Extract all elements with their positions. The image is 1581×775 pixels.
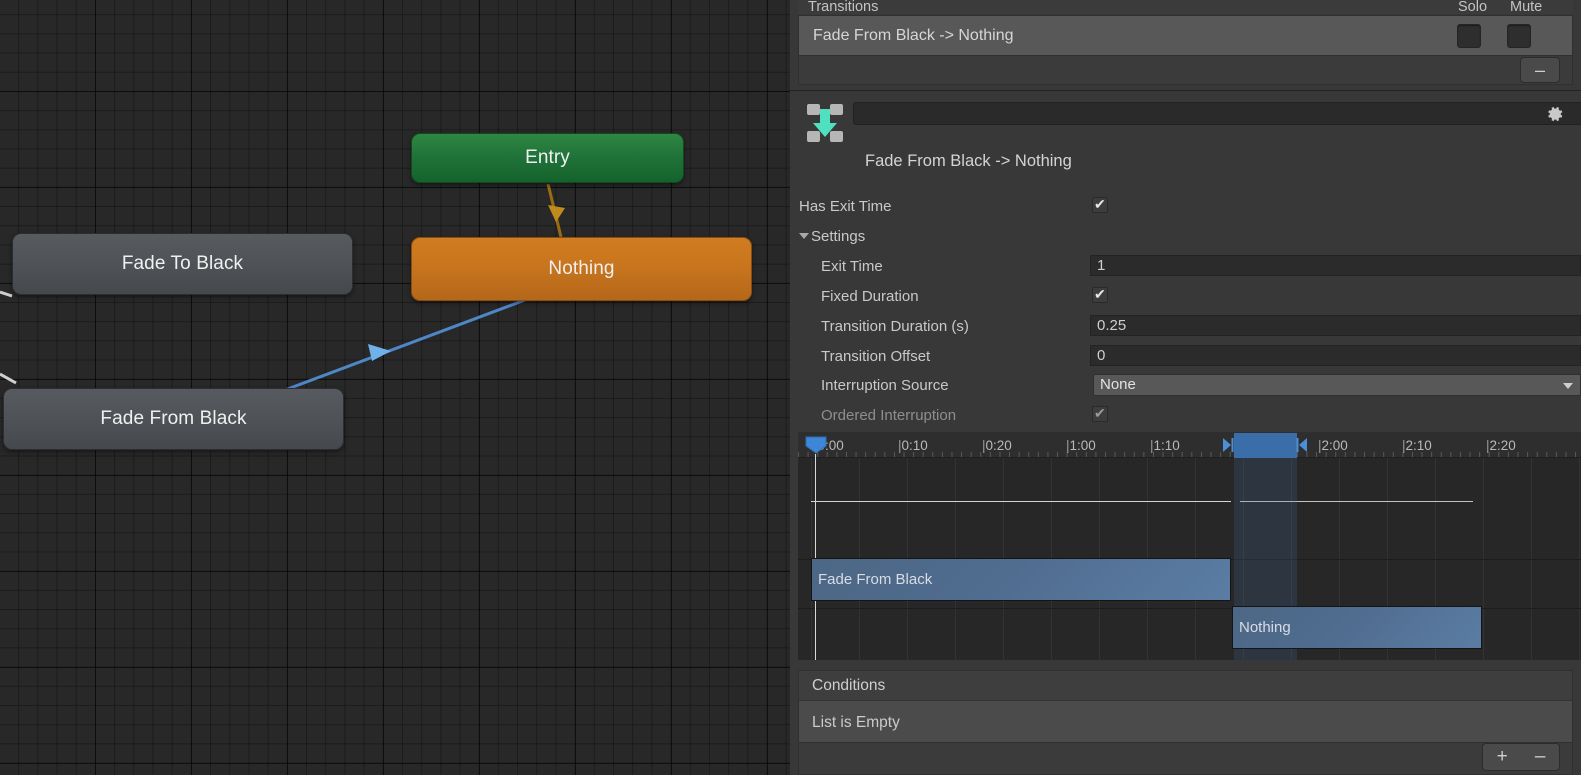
add-condition-button[interactable]: +: [1497, 746, 1508, 768]
conditions-empty-message: List is Empty: [812, 713, 900, 731]
clip-label: Nothing: [1239, 619, 1291, 636]
animation-curve: [811, 501, 1231, 502]
conditions-footer: + –: [798, 743, 1573, 775]
property-row-transition-duration: Transition Duration (s) 0.25: [790, 315, 1581, 338]
transition-start-handle[interactable]: [1222, 438, 1234, 452]
state-node-label: Fade From Black: [100, 408, 247, 429]
timeline-ruler[interactable]: 0:00 0:10 0:20 1:00 1:10 1:20 2:00 2:10 …: [798, 432, 1581, 458]
property-label: Transition Offset: [821, 348, 931, 365]
state-node-nothing[interactable]: Nothing: [411, 237, 752, 301]
property-row-ordered-interruption: Ordered Interruption: [790, 404, 1581, 427]
unity-animator-window: Entry Nothing Fade To Black Fade From Bl…: [0, 0, 1581, 775]
transition-name-field[interactable]: [853, 102, 1581, 125]
mute-column-header: Mute: [1510, 0, 1543, 14]
conditions-list: Conditions List is Empty: [798, 670, 1573, 743]
state-node-fade-from-black[interactable]: Fade From Black: [3, 388, 344, 450]
settings-foldout-label: Settings: [799, 228, 865, 245]
ordered-interruption-checkbox: [1092, 404, 1108, 422]
transition-timeline[interactable]: 0:00 0:10 0:20 1:00 1:10 1:20 2:00 2:10 …: [798, 432, 1581, 660]
transitions-list: Fade From Black -> Nothing: [798, 15, 1573, 56]
property-label: Has Exit Time: [799, 198, 892, 215]
transition-list-item-label: Fade From Black -> Nothing: [813, 26, 1014, 44]
tick-label: 1:00: [1066, 438, 1096, 453]
state-node-label: Fade To Black: [121, 253, 244, 274]
clip-label: Fade From Black: [818, 571, 933, 588]
conditions-add-remove-buttons: + –: [1482, 743, 1560, 771]
inspector-divider: [790, 90, 1581, 91]
solo-toggle[interactable]: [1457, 24, 1481, 48]
state-node-entry[interactable]: Entry: [411, 133, 684, 183]
property-label: Exit Time: [821, 258, 883, 275]
transition-duration-input[interactable]: 0.25: [1090, 315, 1581, 336]
transitions-list-footer: –: [798, 56, 1573, 85]
property-row-interruption-source: Interruption Source None: [790, 374, 1581, 397]
transitions-header-title: Transitions: [808, 0, 879, 14]
mute-toggle[interactable]: [1507, 24, 1531, 48]
timeline-clip-source[interactable]: Fade From Black: [811, 558, 1231, 601]
animation-curve: [1240, 501, 1473, 502]
chevron-down-icon: [1563, 383, 1573, 389]
property-label: Ordered Interruption: [821, 407, 957, 424]
solo-column-header: Solo: [1458, 0, 1488, 14]
animator-state-graph[interactable]: Entry Nothing Fade To Black Fade From Bl…: [0, 0, 790, 775]
tick-label: 2:00: [1318, 438, 1348, 453]
property-row-fixed-duration: Fixed Duration: [790, 285, 1581, 308]
gear-icon[interactable]: [1545, 104, 1565, 124]
playhead-line: [815, 454, 816, 660]
transition-title: Fade From Black -> Nothing: [865, 152, 1072, 170]
property-label: Transition Duration (s): [821, 318, 969, 335]
property-row-exit-time: Exit Time 1: [790, 255, 1581, 278]
tick-label: 2:20: [1486, 438, 1516, 453]
tick-label: 0:20: [982, 438, 1012, 453]
playhead-marker[interactable]: [804, 435, 828, 454]
transitions-list-header: Transitions Solo Mute: [798, 0, 1573, 14]
transition-selection-region[interactable]: [1234, 433, 1297, 458]
remove-transition-button[interactable]: –: [1520, 57, 1560, 83]
tick-label: 1:10: [1150, 438, 1180, 453]
property-label: Fixed Duration: [821, 288, 919, 305]
transition-offset-input[interactable]: 0: [1090, 345, 1581, 366]
interruption-source-value: None: [1100, 376, 1136, 393]
property-row-settings[interactable]: Settings: [790, 227, 1581, 248]
has-exit-time-checkbox[interactable]: [1092, 195, 1108, 213]
state-node-label: Nothing: [548, 258, 615, 279]
remove-condition-button[interactable]: –: [1535, 746, 1546, 768]
chevron-down-icon: [799, 233, 809, 239]
transition-end-handle[interactable]: [1296, 438, 1308, 452]
state-node-fade-to-black[interactable]: Fade To Black: [12, 233, 353, 295]
timeline-clip-destination[interactable]: Nothing: [1232, 606, 1482, 649]
interruption-source-dropdown[interactable]: None: [1093, 374, 1581, 396]
property-row-has-exit-time: Has Exit Time: [790, 195, 1581, 218]
tick-label: 2:10: [1402, 438, 1432, 453]
transition-blend-icon: [807, 104, 843, 142]
tick-label: 0:10: [898, 438, 928, 453]
transition-list-item[interactable]: Fade From Black -> Nothing: [799, 16, 1572, 55]
fixed-duration-checkbox[interactable]: [1092, 285, 1108, 303]
property-label: Interruption Source: [821, 377, 949, 394]
exit-time-input[interactable]: 1: [1090, 255, 1581, 276]
state-node-label: Entry: [525, 147, 570, 168]
transition-inspector: Transitions Solo Mute Fade From Black ->…: [790, 0, 1581, 775]
property-row-transition-offset: Transition Offset 0: [790, 345, 1581, 368]
conditions-header: Conditions: [799, 671, 1572, 701]
